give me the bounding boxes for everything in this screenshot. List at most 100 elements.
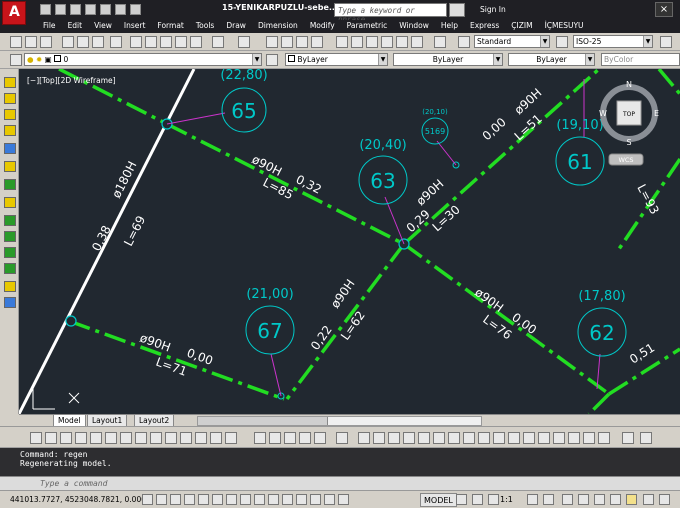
pan-icon[interactable] (266, 36, 278, 48)
arc-icon[interactable] (105, 432, 117, 444)
undo-icon[interactable] (115, 4, 126, 15)
offset-icon[interactable] (403, 432, 415, 444)
rectangle-icon[interactable] (90, 432, 102, 444)
chevron-down-icon[interactable]: ▼ (643, 36, 652, 47)
trim-icon[interactable] (493, 432, 505, 444)
viewport-label[interactable]: [−][Top][2D Wireframe] (27, 76, 116, 85)
text-style-select[interactable]: Standard ▼ (474, 35, 550, 48)
model-space-button[interactable]: MODEL (420, 493, 457, 507)
stretch-icon[interactable] (478, 432, 490, 444)
chevron-down-icon[interactable]: ▼ (252, 54, 261, 65)
menu-view[interactable]: View (89, 20, 119, 33)
hatch-icon[interactable] (254, 432, 266, 444)
mirror-icon[interactable] (388, 432, 400, 444)
table-style-icon[interactable] (660, 36, 672, 48)
3d-icon[interactable] (110, 36, 122, 48)
linetype-select[interactable]: ByLayer ▼ (393, 53, 503, 66)
pipe-line[interactable] (285, 242, 406, 401)
sheet-set-icon[interactable] (381, 36, 393, 48)
autocad-logo-icon[interactable]: A (2, 1, 26, 25)
menu-tools[interactable]: Tools (191, 20, 221, 33)
preview-icon[interactable] (77, 36, 89, 48)
plot-icon[interactable] (100, 4, 111, 15)
menu-icmesuyu[interactable]: İÇMESUYU (540, 20, 591, 33)
open-icon[interactable] (25, 36, 37, 48)
ellipse-arc-icon[interactable] (180, 432, 192, 444)
chevron-down-icon[interactable]: ▼ (540, 36, 549, 47)
scroll-thumb[interactable] (198, 417, 328, 425)
quick-view-layouts-icon[interactable] (456, 494, 467, 505)
ellipse-icon[interactable] (165, 432, 177, 444)
annotation-scale-value[interactable]: 1:1 (500, 495, 513, 504)
lineweight-icon[interactable] (282, 494, 293, 505)
polar-icon[interactable] (198, 494, 209, 505)
menu-express[interactable]: Express (465, 20, 506, 33)
extend-icon[interactable] (508, 432, 520, 444)
move-icon[interactable] (4, 161, 16, 172)
menu-insert[interactable]: Insert (119, 20, 153, 33)
add-selected-icon[interactable] (336, 432, 348, 444)
array-icon[interactable] (418, 432, 430, 444)
menu-cizim[interactable]: ÇIZIM (506, 20, 539, 33)
block-editor-icon[interactable] (190, 36, 202, 48)
extend-icon[interactable] (4, 247, 16, 258)
redo-icon[interactable] (238, 36, 250, 48)
scale-icon[interactable] (463, 432, 475, 444)
paste-icon[interactable] (160, 36, 172, 48)
break-icon[interactable] (523, 432, 535, 444)
wcs-menu[interactable]: WCS (618, 156, 633, 164)
horizontal-scrollbar[interactable] (197, 416, 482, 426)
blend-icon[interactable] (583, 432, 595, 444)
drawing-canvas[interactable]: [−][Top][2D Wireframe] 65 (22,80) 63 (20… (19, 69, 680, 414)
menu-dimension[interactable]: Dimension (253, 20, 305, 33)
plotstyle-select[interactable]: ByColor (601, 53, 680, 66)
menu-edit[interactable]: Edit (63, 20, 90, 33)
point-icon[interactable] (225, 432, 237, 444)
rotate-icon[interactable] (4, 179, 16, 190)
color-select[interactable]: ByLayer ▼ (285, 53, 388, 66)
search-icon[interactable] (449, 3, 465, 17)
compass-east[interactable]: E (654, 109, 659, 118)
trim-icon[interactable] (4, 231, 16, 242)
ducs-icon[interactable] (254, 494, 265, 505)
properties-icon[interactable] (336, 36, 348, 48)
clean-screen-icon[interactable] (659, 494, 670, 505)
polyline-icon[interactable] (60, 432, 72, 444)
spline-icon[interactable] (150, 432, 162, 444)
menu-parametric[interactable]: Parametric (342, 20, 395, 33)
tool-palettes-icon[interactable] (366, 36, 378, 48)
design-center-icon[interactable] (351, 36, 363, 48)
compass-south[interactable]: S (626, 138, 631, 147)
circle-icon[interactable] (120, 432, 132, 444)
isolate-objects-icon[interactable] (610, 494, 621, 505)
chevron-down-icon[interactable]: ▼ (585, 54, 594, 65)
coordinates-readout[interactable]: 441013.7727, 4523048.7821, 0.0000 (10, 495, 151, 504)
zoom-window-icon[interactable] (296, 36, 308, 48)
infer-constraints-icon[interactable] (142, 494, 153, 505)
scale-icon[interactable] (4, 197, 16, 208)
ortho-icon[interactable] (184, 494, 195, 505)
pipe-line[interactable] (402, 242, 611, 396)
compass-west[interactable]: W (599, 109, 607, 118)
undo-icon[interactable] (212, 36, 224, 48)
sign-in-link[interactable]: Sign In (480, 5, 506, 14)
construction-line-icon[interactable] (45, 432, 57, 444)
zoom-realtime-icon[interactable] (281, 36, 293, 48)
stretch-icon[interactable] (4, 215, 16, 226)
cut-icon[interactable] (130, 36, 142, 48)
match-properties-icon[interactable] (175, 36, 187, 48)
make-current-icon[interactable] (266, 54, 278, 66)
quick-properties-icon[interactable] (310, 494, 321, 505)
status-menu-icon[interactable] (643, 494, 654, 505)
join-icon[interactable] (538, 432, 550, 444)
menu-draw[interactable]: Draw (221, 20, 253, 33)
compass-north[interactable]: N (626, 80, 632, 89)
fillet-icon[interactable] (568, 432, 580, 444)
open-icon[interactable] (55, 4, 66, 15)
help-icon[interactable] (434, 36, 446, 48)
move-icon[interactable] (433, 432, 445, 444)
menu-window[interactable]: Window (394, 20, 436, 33)
revcloud-icon[interactable] (135, 432, 147, 444)
zoom-previous-icon[interactable] (311, 36, 323, 48)
mtext-icon[interactable] (314, 432, 326, 444)
